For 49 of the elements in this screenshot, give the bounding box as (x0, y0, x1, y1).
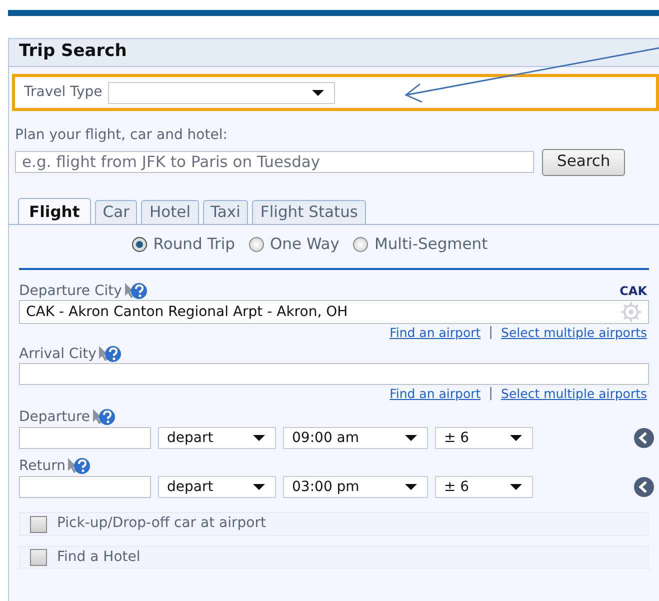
radio-button[interactable] (353, 237, 368, 252)
tab[interactable]: Flight Status (252, 200, 366, 224)
range-dropdown[interactable]: ± 6 (435, 476, 533, 498)
checkbox-label: Find a Hotel (57, 548, 140, 566)
tab[interactable]: Taxi (202, 200, 248, 224)
gear-icon[interactable] (620, 301, 642, 324)
mode-dropdown[interactable]: depart (158, 427, 276, 450)
select-airports-link[interactable]: Select multiple airports (501, 324, 647, 341)
tab[interactable]: Car (94, 200, 138, 224)
radio-label: Multi-Segment (374, 234, 488, 254)
radio-button[interactable] (132, 237, 148, 252)
search-button[interactable]: Search (542, 148, 626, 176)
checkbox-label: Pick-up/Drop-off car at airport (57, 515, 266, 533)
help-icon[interactable] (92, 408, 116, 426)
time-dropdown[interactable]: 03:00 pm (283, 476, 428, 498)
link-separator: | (488, 324, 494, 341)
time-dropdown[interactable]: 09:00 am (283, 427, 428, 450)
field-label: Return (19, 458, 66, 475)
tab[interactable]: Flight (18, 198, 91, 224)
airport-code: CAK (620, 284, 647, 299)
plan-label: Plan your flight, car and hotel: (15, 127, 228, 144)
help-icon[interactable] (98, 345, 122, 364)
find-airport-link[interactable]: Find an airport (390, 386, 481, 402)
link-separator: | (488, 386, 494, 402)
range-dropdown[interactable]: ± 6 (435, 427, 533, 450)
help-icon[interactable] (124, 282, 148, 300)
field-label: Departure City (19, 282, 122, 300)
search-field[interactable]: e.g. flight from JFK to Paris on Tuesday (15, 151, 534, 173)
field-label: Departure (19, 408, 90, 426)
radio-label: Round Trip (153, 234, 235, 254)
date-field[interactable] (19, 476, 151, 498)
travel-type-label: Travel Type (24, 84, 102, 102)
radio-label: One Way (270, 234, 340, 254)
radio-button[interactable] (248, 237, 264, 252)
chevron-left-icon[interactable] (631, 428, 657, 448)
date-field[interactable] (19, 427, 151, 450)
departure-city-field[interactable]: CAK - Akron Canton Regional Arpt - Akron, OH (19, 300, 649, 324)
checkbox[interactable] (30, 516, 47, 532)
field-value: CAK - Akron Canton Regional Arpt - Akron, OH (26, 303, 348, 322)
chevron-left-icon[interactable] (631, 477, 657, 498)
field-label: Arrival City (19, 346, 96, 363)
checkbox[interactable] (30, 549, 47, 566)
tab[interactable]: Hotel (141, 200, 199, 224)
find-airport-link[interactable]: Find an airport (390, 324, 481, 341)
help-icon[interactable] (67, 457, 92, 476)
arrival-city-field[interactable] (19, 363, 649, 386)
mode-dropdown[interactable]: depart (158, 476, 276, 498)
select-airports-link[interactable]: Select multiple airports (501, 386, 647, 402)
panel-title: Trip Search (19, 41, 127, 61)
